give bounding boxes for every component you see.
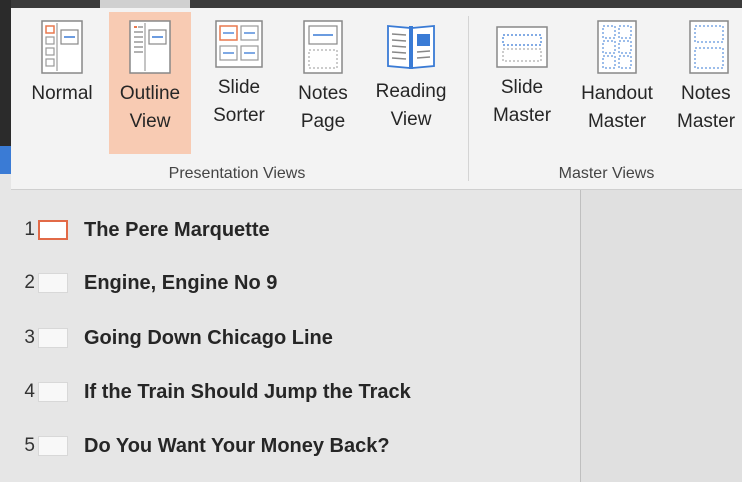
normal-view-button[interactable]: Normal [21,12,103,154]
notes-page-icon [303,20,343,74]
handout-master-button[interactable]: Handout Master [567,12,667,154]
outline-view-icon [129,20,171,74]
notes-master-label-line2: Master [677,111,736,132]
presentation-views-group: Normal Outline View Slide Sorter Notes P… [11,8,463,189]
slide-sorter-button[interactable]: Slide Sorter [201,12,277,154]
slide-title[interactable]: The Pere Marquette [84,219,270,242]
slide-sorter-icon [215,20,263,68]
notes-master-button[interactable]: Notes Master [675,12,742,154]
outline-slide-row[interactable]: 2 Engine, Engine No 9 [11,265,571,301]
master-views-group: Slide Master Handout Master Notes Master… [471,8,742,189]
slide-title[interactable]: Do You Want Your Money Back? [84,435,390,458]
slide-title[interactable]: Going Down Chicago Line [84,327,333,350]
reading-view-label-line2: View [390,109,432,130]
slide-thumbnail-icon[interactable] [38,273,68,293]
slide-number: 4 [24,381,35,402]
reading-view-label-line1: Reading [375,81,447,102]
slide-master-label-line1: Slide [500,77,544,98]
handout-master-label-line1: Handout [581,83,653,104]
normal-view-icon [41,20,83,74]
handout-master-icon [597,20,637,74]
slide-number: 1 [24,219,35,240]
slide-master-button[interactable]: Slide Master [485,12,559,154]
background-window-strip [0,0,742,8]
slide-thumbnail-icon[interactable] [38,220,68,240]
normal-view-label: Normal [31,83,93,104]
presentation-views-group-label: Presentation Views [168,165,306,182]
slide-title[interactable]: Engine, Engine No 9 [84,272,277,295]
outline-slide-row[interactable]: 5 Do You Want Your Money Back? [11,428,571,464]
outline-slide-row[interactable]: 1 The Pere Marquette [11,212,571,248]
group-divider [468,16,469,181]
handout-master-label-line2: Master [587,111,647,132]
outline-view-label-line1: Outline [119,83,181,104]
slide-sorter-label-line2: Sorter [213,105,265,126]
notes-master-label-line1: Notes [681,83,731,104]
outline-view-button[interactable]: Outline View [109,12,191,154]
notes-page-label-line1: Notes [298,83,348,104]
notes-master-icon [689,20,729,74]
notes-page-button[interactable]: Notes Page [287,12,359,154]
slide-thumbnail-icon[interactable] [38,436,68,456]
background-window-edge [0,0,11,174]
slide-number: 3 [24,327,35,348]
outline-slide-row[interactable]: 4 If the Train Should Jump the Track [11,374,571,410]
outline-slide-row[interactable]: 3 Going Down Chicago Line [11,320,571,356]
slide-master-icon [496,26,548,68]
slide-sorter-label-line1: Slide [217,77,261,98]
slide-title[interactable]: If the Train Should Jump the Track [84,381,411,404]
view-ribbon: Normal Outline View Slide Sorter Notes P… [11,8,742,190]
slide-number: 2 [24,272,35,293]
slide-number: 5 [24,435,35,456]
notes-page-label-line2: Page [300,111,346,132]
outline-pane[interactable]: 1 The Pere Marquette 2 Engine, Engine No… [11,190,581,482]
reading-view-button[interactable]: Reading View [367,12,455,154]
reading-view-icon [387,25,435,69]
slide-thumbnail-icon[interactable] [38,328,68,348]
slide-thumbnail-icon[interactable] [38,382,68,402]
slide-master-label-line2: Master [492,105,552,126]
master-views-group-label: Master Views [558,165,655,182]
slide-preview-pane[interactable] [581,190,742,482]
outline-view-label-line2: View [129,111,171,132]
